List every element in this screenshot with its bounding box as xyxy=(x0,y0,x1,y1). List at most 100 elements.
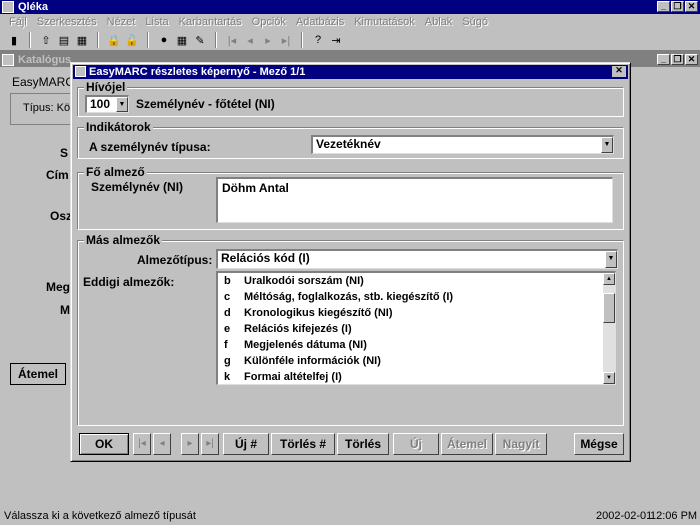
toolbar-separator xyxy=(301,32,303,48)
toolbar-separator xyxy=(215,32,217,48)
atemel-dialog-button[interactable]: Átemel xyxy=(441,433,493,455)
subfield-text: Megjelenés dátuma (NI) xyxy=(244,339,367,351)
subfield-text: Kronologikus kiegészítő (NI) xyxy=(244,307,393,319)
personal-name-label: Személynév (NI) xyxy=(91,180,184,194)
menu-options[interactable]: Opciók xyxy=(247,14,291,30)
menu-window[interactable]: Ablak xyxy=(420,14,458,30)
atemel-button[interactable]: Átemel xyxy=(10,363,66,385)
menu-list[interactable]: Lista xyxy=(140,14,173,30)
menu-maintenance[interactable]: Karbantartás xyxy=(174,14,247,30)
nagyit-button[interactable]: Nagyít xyxy=(495,433,547,455)
subfield-text: Relációs kifejezés (I) xyxy=(244,323,352,335)
fragment-label: Cím xyxy=(46,168,69,182)
unlock-icon[interactable]: 🔓 xyxy=(124,32,140,48)
restore-button[interactable]: ❐ xyxy=(671,1,684,12)
tag-value: 100 xyxy=(90,97,111,111)
notebook-icon[interactable]: ▦ xyxy=(74,32,90,48)
fragment-label: Meg xyxy=(46,280,70,294)
subfield-code: f xyxy=(224,339,228,351)
first-record-icon[interactable]: |◂ xyxy=(133,433,151,455)
close-button[interactable]: ✕ xyxy=(685,1,698,12)
cancel-button[interactable]: Mégse xyxy=(574,433,624,455)
tag-select[interactable]: 100 ▼ xyxy=(85,95,129,113)
subfield-type-value: Relációs kód (I) xyxy=(221,251,310,265)
list-scrollbar[interactable]: ▲ ▼ xyxy=(603,273,615,384)
easymarc-heading: EasyMARC xyxy=(12,75,75,89)
list-item[interactable]: g Különféle információk (NI) xyxy=(224,355,381,367)
menu-help[interactable]: Súgó xyxy=(457,14,493,30)
dialog-close-button[interactable]: ✕ xyxy=(612,66,626,77)
existing-subfields-list[interactable]: b Uralkodói sorszám (NI) c Méltóság, fogla… xyxy=(216,271,616,385)
chevron-down-icon[interactable]: ▼ xyxy=(605,251,617,268)
delete-button[interactable]: Törlés xyxy=(337,433,389,455)
type-label: Típus: Kön xyxy=(23,102,77,114)
subfield-code: c xyxy=(224,291,231,303)
new-hash-button[interactable]: Új # xyxy=(223,433,269,455)
catalog-window-title: Katalógus xyxy=(18,54,72,66)
tag-description: Személynév - főtétel (NI) xyxy=(136,97,275,111)
list-item[interactable]: f Megjelenés dátuma (NI) xyxy=(224,339,367,351)
fragment-label: S xyxy=(60,146,69,160)
delete-hash-button[interactable]: Törlés # xyxy=(271,433,335,455)
scroll-down-icon[interactable]: ▼ xyxy=(603,372,615,384)
lock-icon[interactable]: 🔒 xyxy=(106,32,122,48)
app-title: Qléka xyxy=(18,1,48,13)
name-type-select[interactable]: Vezetéknév ▼ xyxy=(311,135,614,154)
child-close-button[interactable]: ✕ xyxy=(685,54,698,65)
window-icon[interactable] xyxy=(2,54,14,66)
scroll-up-icon[interactable]: ▲ xyxy=(603,273,615,285)
subfield-code: k xyxy=(224,371,231,383)
ok-button[interactable]: OK xyxy=(79,433,129,455)
child-minimize-button[interactable]: _ xyxy=(657,54,670,65)
next-icon[interactable]: ▸ xyxy=(260,32,276,48)
grid-icon[interactable]: ▦ xyxy=(174,32,190,48)
menu-database[interactable]: Adatbázis xyxy=(291,14,349,30)
menu-edit[interactable]: Szerkesztés xyxy=(32,14,102,30)
subfield-code: d xyxy=(224,307,231,319)
list-item[interactable]: b Uralkodói sorszám (NI) xyxy=(224,275,364,287)
books-icon[interactable]: ▤ xyxy=(56,32,72,48)
subfield-text: Formai altételfej (I) xyxy=(244,371,342,383)
list-item[interactable]: c Méltóság, foglalkozás, stb. kiegészítő … xyxy=(224,291,453,303)
chevron-down-icon[interactable]: ▼ xyxy=(116,97,128,112)
scroll-thumb[interactable] xyxy=(603,293,615,323)
first-icon[interactable]: |◂ xyxy=(224,32,240,48)
menu-view[interactable]: Nézet xyxy=(102,14,141,30)
fo-almezo-group-label: Fő almező xyxy=(84,165,147,179)
personal-name-field[interactable]: Döhm Antal xyxy=(216,177,613,223)
app-icon[interactable] xyxy=(2,1,14,13)
list-item[interactable]: e Relációs kifejezés (I) xyxy=(224,323,352,335)
subfield-code: b xyxy=(224,275,231,287)
globe-icon[interactable]: ● xyxy=(156,32,172,48)
last-icon[interactable]: ▸| xyxy=(278,32,294,48)
menubar: Fájl Szerkesztés Nézet Lista Karbantartá… xyxy=(0,14,700,30)
detail-dialog: EasyMARC részletes képernyő - Mező 1/1 ✕… xyxy=(70,62,631,462)
toolbar-separator xyxy=(147,32,149,48)
last-record-icon[interactable]: ▸| xyxy=(201,433,219,455)
name-type-value: Vezetéknév xyxy=(316,137,381,151)
dialog-icon[interactable] xyxy=(75,66,86,77)
book-icon[interactable]: ▮ xyxy=(6,32,22,48)
status-time: 12:06 PM xyxy=(650,510,698,522)
exit-icon[interactable]: ⇥ xyxy=(328,32,344,48)
prev-record-icon[interactable]: ◂ xyxy=(153,433,171,455)
help-icon[interactable]: ? xyxy=(310,32,326,48)
chevron-down-icon[interactable]: ▼ xyxy=(601,137,613,153)
next-record-icon[interactable]: ▸ xyxy=(181,433,199,455)
child-restore-button[interactable]: ❐ xyxy=(671,54,684,65)
new-button[interactable]: Új xyxy=(393,433,439,455)
subfield-type-select[interactable]: Relációs kód (I) ▼ xyxy=(216,249,618,269)
list-item[interactable]: d Kronologikus kiegészítő (NI) xyxy=(224,307,393,319)
statusbar: Válassza ki a következő almező típusát 2… xyxy=(0,508,700,525)
list-item[interactable]: k Formai altételfej (I) xyxy=(224,371,342,383)
prev-icon[interactable]: ◂ xyxy=(242,32,258,48)
upload-icon[interactable]: ⇧ xyxy=(38,32,54,48)
existing-subfields-label: Eddigi almezők: xyxy=(83,275,175,289)
hivojel-group-label: Hívójel xyxy=(84,80,128,94)
edit-icon[interactable]: ✎ xyxy=(192,32,208,48)
minimize-button[interactable]: _ xyxy=(657,1,670,12)
menu-file[interactable]: Fájl xyxy=(4,14,32,30)
indikatorok-group-label: Indikátorok xyxy=(84,120,153,134)
subfield-text: Különféle információk (NI) xyxy=(244,355,381,367)
menu-reports[interactable]: Kimutatások xyxy=(349,14,420,30)
